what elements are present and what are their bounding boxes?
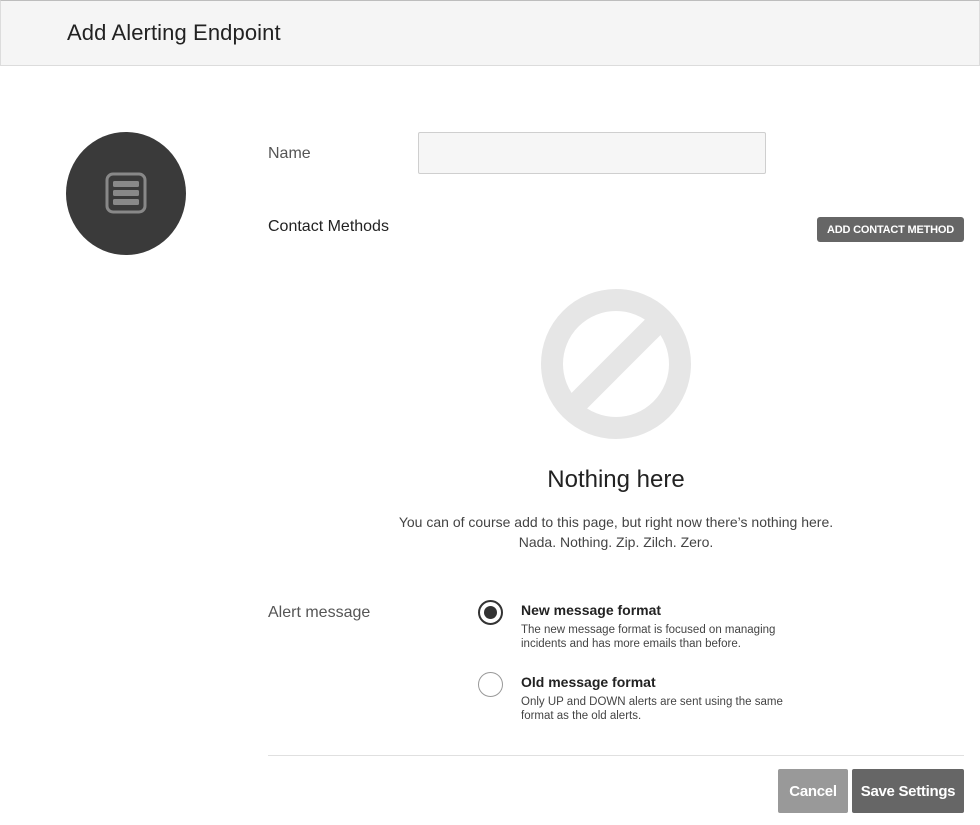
name-label: Name — [268, 145, 311, 162]
new-format-radio[interactable] — [478, 600, 503, 625]
new-format-title: New message format — [521, 602, 662, 618]
no-entry-icon — [541, 289, 691, 439]
server-stack-icon — [105, 172, 147, 214]
old-format-option[interactable]: Old message format Only UP and DOWN aler… — [478, 672, 808, 722]
empty-state-line: Nada. Nothing. Zip. Zilch. Zero. — [518, 534, 714, 550]
page-header: Add Alerting Endpoint — [0, 0, 980, 66]
empty-state-line: You can of course add to this page, but … — [398, 514, 834, 530]
contact-methods-title: Contact Methods — [268, 218, 389, 235]
old-format-title: Old message format — [521, 674, 656, 690]
page-title: Add Alerting Endpoint — [67, 20, 281, 45]
old-format-radio[interactable] — [478, 672, 503, 697]
new-format-description: The new message format is focused on man… — [521, 624, 776, 650]
empty-state-description: You can of course add to this page, but … — [370, 512, 862, 552]
new-format-option[interactable]: New message format The new message forma… — [478, 600, 808, 650]
add-contact-method-button[interactable]: ADD CONTACT METHOD — [817, 217, 964, 242]
save-settings-button[interactable]: Save Settings — [852, 769, 964, 813]
footer-divider — [268, 755, 964, 756]
empty-state-title: Nothing here — [547, 466, 685, 493]
old-format-description: Only UP and DOWN alerts are sent using t… — [521, 696, 783, 722]
alert-message-label: Alert message — [268, 604, 371, 621]
name-input[interactable] — [418, 132, 766, 174]
endpoint-avatar — [66, 132, 186, 255]
cancel-button[interactable]: Cancel — [778, 769, 848, 813]
